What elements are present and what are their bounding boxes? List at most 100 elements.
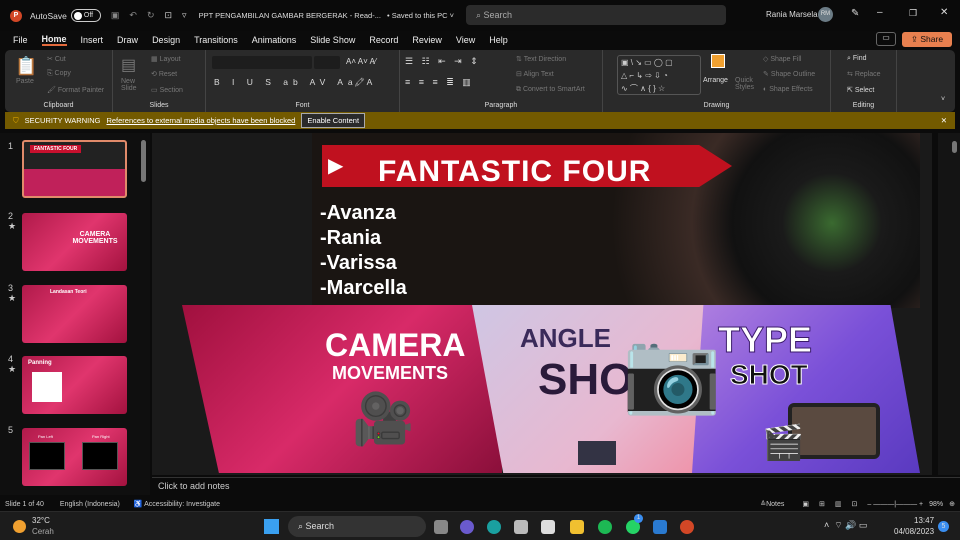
- replace-button[interactable]: ⇆ Replace: [847, 70, 881, 78]
- store-icon[interactable]: [541, 520, 555, 534]
- fit-slide-icon[interactable]: ⊕: [949, 500, 955, 508]
- type-shot-text[interactable]: SHOT: [730, 359, 809, 391]
- font-size-select[interactable]: [314, 56, 340, 69]
- menu-tab-insert[interactable]: Insert: [81, 35, 104, 45]
- present-icon[interactable]: ⊡: [164, 10, 172, 21]
- menu-tab-file[interactable]: File: [13, 35, 28, 45]
- weather-condition[interactable]: Cerah: [32, 527, 54, 536]
- collapse-ribbon-icon[interactable]: ˅: [941, 96, 945, 103]
- clock-date[interactable]: 04/08/2023: [894, 527, 934, 536]
- menu-tab-view[interactable]: View: [456, 35, 475, 45]
- share-button[interactable]: ⇪ Share: [902, 32, 952, 47]
- font-format-buttons[interactable]: B I U S ab AV Aa: [214, 77, 358, 87]
- shape-fill-button[interactable]: ◇ Shape Fill: [763, 55, 801, 63]
- redo-icon[interactable]: ↻: [147, 10, 155, 21]
- type-text[interactable]: TYPE: [717, 319, 812, 361]
- minimize-icon[interactable]: –: [877, 7, 883, 18]
- close-warning-icon[interactable]: ✕: [941, 116, 947, 125]
- notification-badge[interactable]: 5: [938, 521, 949, 532]
- align-text-button[interactable]: ⊟ Align Text: [516, 70, 554, 78]
- menu-tab-help[interactable]: Help: [489, 35, 508, 45]
- temperature[interactable]: 32°C: [32, 516, 50, 525]
- normal-view-icon[interactable]: ▣: [802, 500, 809, 508]
- slide-title[interactable]: FANTASTIC FOUR: [378, 155, 651, 189]
- menu-tab-animations[interactable]: Animations: [252, 35, 297, 45]
- slide-thumbnail-1[interactable]: FANTASTIC FOUR: [22, 140, 127, 198]
- shape-outline-button[interactable]: ✎ Shape Outline: [763, 70, 815, 78]
- powerpoint-taskbar-icon[interactable]: [680, 520, 694, 534]
- copy-button[interactable]: ⎘ Copy: [47, 70, 71, 78]
- slide-thumbnail-2[interactable]: CAMERA MOVEMENTS: [22, 213, 127, 271]
- layout-button[interactable]: ▦ Layout: [151, 55, 181, 63]
- camera-text[interactable]: CAMERA: [325, 327, 465, 364]
- save-status[interactable]: • Saved to this PC ˅: [387, 11, 454, 20]
- accessibility-status[interactable]: ♿ Accessibility: Investigate: [134, 500, 220, 508]
- paste-button[interactable]: Paste: [16, 78, 34, 85]
- task-view-icon[interactable]: [434, 520, 448, 534]
- arrange-button[interactable]: Arrange: [703, 77, 728, 84]
- spotify-icon[interactable]: [598, 520, 612, 534]
- menu-tab-slide-show[interactable]: Slide Show: [310, 35, 355, 45]
- shape-effects-button[interactable]: ◐ Shape Effects: [763, 86, 813, 93]
- slide-thumbnail-5[interactable]: Pan Left Pan Right: [22, 428, 127, 486]
- members-list[interactable]: -Avanza -Rania -Varissa -Marcella: [320, 201, 407, 301]
- warning-message-link[interactable]: References to external media objects hav…: [106, 116, 295, 125]
- slide-sorter-icon[interactable]: ⊞: [819, 500, 825, 508]
- cut-button[interactable]: ✂ Cut: [47, 55, 66, 63]
- quick-styles-button[interactable]: Quick Styles: [735, 77, 755, 91]
- roblox-icon[interactable]: [514, 520, 528, 534]
- zoom-level[interactable]: 98%: [929, 501, 943, 508]
- reset-button[interactable]: ⟲ Reset: [151, 70, 177, 78]
- menu-tab-home[interactable]: Home: [41, 34, 67, 46]
- teams-icon[interactable]: [460, 520, 474, 534]
- slideshow-icon[interactable]: ⊡: [852, 500, 858, 508]
- slide-thumbnail-3[interactable]: Landasan Teori: [22, 285, 127, 343]
- font-size-buttons[interactable]: A˄ A˅ A⁄: [346, 57, 376, 66]
- avatar[interactable]: RM: [818, 7, 833, 22]
- reading-view-icon[interactable]: ▥: [835, 500, 842, 508]
- list-buttons[interactable]: ☰ ☷ ⇤ ⇥ ⇕: [405, 56, 481, 67]
- new-slide-icon[interactable]: ▤: [121, 55, 136, 75]
- angle-text[interactable]: ANGLE: [520, 323, 611, 354]
- search-box[interactable]: ⌕ Search: [466, 5, 726, 25]
- notes-button[interactable]: ≙Notes: [760, 500, 784, 508]
- menu-tab-record[interactable]: Record: [369, 35, 398, 45]
- shapes-gallery[interactable]: ▣ \ ↘ ▭ ◯ ▢ △ ⌐ ↳ ⇨ ⇩ ◔ ∿ ⌒ ∧ { } ☆: [617, 55, 701, 95]
- editor-scrollbar[interactable]: [938, 133, 960, 475]
- photos-icon[interactable]: [653, 520, 667, 534]
- movements-text[interactable]: MOVEMENTS: [332, 363, 448, 384]
- new-slide-button[interactable]: New Slide: [121, 78, 143, 92]
- paste-icon[interactable]: 📋: [15, 56, 37, 77]
- thumbnail-scrollbar[interactable]: [141, 140, 146, 182]
- language-status[interactable]: English (Indonesia): [60, 501, 120, 508]
- menu-tab-design[interactable]: Design: [152, 35, 180, 45]
- save-icon[interactable]: ▣: [111, 10, 120, 21]
- taskbar-search[interactable]: ⌕ Search: [288, 516, 426, 537]
- file-explorer-icon[interactable]: [570, 520, 584, 534]
- windows-start-icon[interactable]: [264, 519, 279, 534]
- align-buttons[interactable]: ≡ ≡ ≡ ≣ ▥: [405, 77, 474, 88]
- slide-thumbnail-4[interactable]: Panning: [22, 356, 127, 414]
- enable-content-button[interactable]: Enable Content: [301, 113, 366, 128]
- customize-toolbar-icon[interactable]: ▿: [182, 10, 187, 21]
- weather-icon[interactable]: [13, 520, 26, 533]
- smartart-button[interactable]: ⧉ Convert to SmartArt: [516, 86, 585, 94]
- find-button[interactable]: ⌕ Find: [847, 55, 867, 63]
- undo-icon[interactable]: ↶: [129, 10, 137, 21]
- notes-pane[interactable]: Click to add notes: [152, 477, 960, 494]
- format-painter-button[interactable]: 🖌 Format Painter: [47, 86, 104, 94]
- menu-tab-draw[interactable]: Draw: [117, 35, 138, 45]
- restore-icon[interactable]: ❐: [909, 8, 917, 19]
- menu-tab-review[interactable]: Review: [412, 35, 442, 45]
- text-direction-button[interactable]: ⇅ Text Direction: [516, 55, 566, 63]
- clock-time[interactable]: 13:47: [914, 516, 934, 525]
- close-icon[interactable]: ✕: [940, 7, 948, 18]
- highlight-color-icon[interactable]: 🖍 A: [354, 77, 372, 88]
- zoom-slider[interactable]: – ———|——— +: [867, 501, 923, 508]
- menu-tab-transitions[interactable]: Transitions: [194, 35, 238, 45]
- autosave-toggle[interactable]: Off: [70, 9, 101, 22]
- comments-icon[interactable]: ▭: [876, 32, 896, 46]
- system-tray-icons[interactable]: ˄ ⌔ 🔊 ▭: [824, 520, 867, 531]
- select-button[interactable]: ⇱ Select: [847, 86, 874, 94]
- font-family-select[interactable]: [212, 56, 312, 69]
